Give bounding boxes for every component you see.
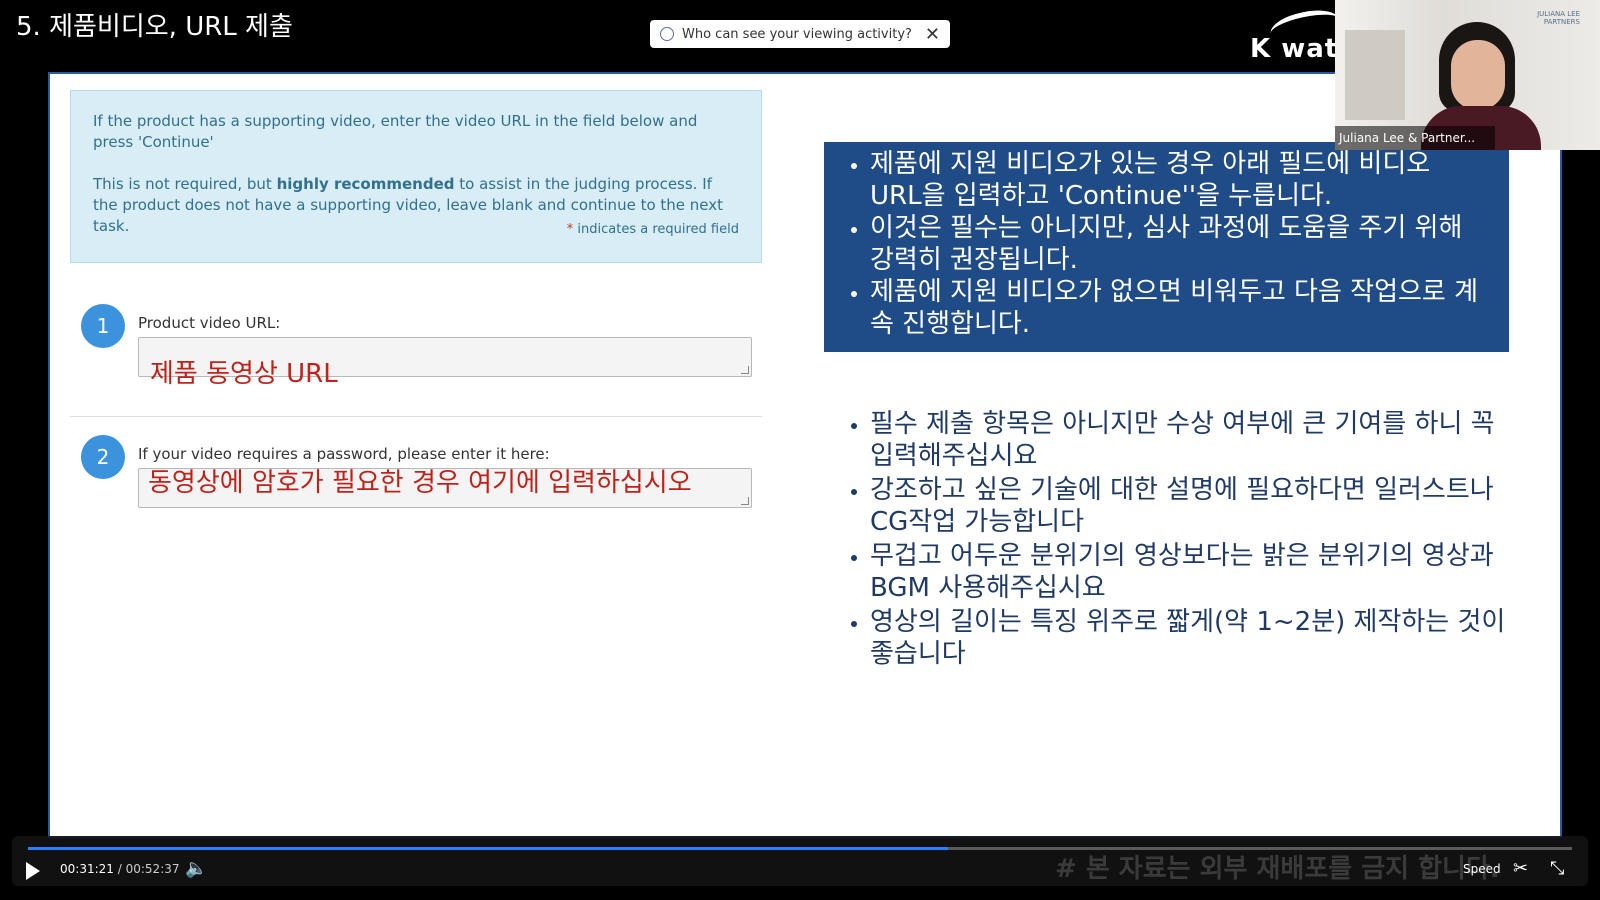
password-korean-caption: 동영상에 암호가 필요한 경우 여기에 입력하십시오 (148, 468, 692, 498)
translation-item: 제품에 지원 비디오가 없으면 비워두고 다음 작업으로 계속 진행합니다. (870, 276, 1489, 340)
translation-item: 이것은 필수는 아니지만, 심사 과정에 도움을 주기 위해 강력히 권장됩니다… (870, 212, 1489, 276)
divider (70, 416, 762, 417)
scissors-icon[interactable]: ✂ (1513, 858, 1528, 879)
slide-title: 5. 제품비디오, URL 제출 (16, 12, 293, 42)
progress-bar[interactable] (28, 847, 1572, 850)
step-2-badge: 2 (81, 435, 125, 479)
time-display: 00:31:21 / 00:52:37 (60, 862, 180, 876)
exit-fullscreen-icon[interactable]: ⤡ (1550, 858, 1564, 879)
speed-button[interactable]: Speed (1463, 862, 1501, 876)
partner-logo: JULIANA LEE PARTNERS (1537, 10, 1580, 26)
volume-icon[interactable]: 🔈 (185, 858, 207, 879)
required-note: * indicates a required field (566, 222, 739, 237)
info-panel: If the product has a supporting video, e… (70, 90, 762, 263)
webcam-name-label: Juliana Lee & Partner... (1335, 126, 1495, 150)
close-icon[interactable]: ✕ (925, 24, 940, 45)
video-password-label: If your video requires a password, pleas… (138, 445, 550, 463)
privacy-banner[interactable]: Who can see your viewing activity? ✕ (650, 20, 950, 48)
current-time: 00:31:21 (60, 862, 114, 876)
duration: 00:52:37 (125, 862, 180, 876)
progress-fill (28, 847, 949, 850)
translation-item: 제품에 지원 비디오가 있는 경우 아래 필드에 비디오 URL을 입력하고 '… (870, 148, 1489, 212)
resize-grip-icon[interactable] (741, 366, 749, 374)
product-video-url-label: Product video URL: (138, 314, 281, 332)
privacy-icon (660, 27, 674, 41)
webcam-feed: JULIANA LEE PARTNERS Juliana Lee & Partne… (1335, 0, 1600, 150)
resize-grip-icon[interactable] (741, 497, 749, 505)
note-item: 무겁고 어두운 분위기의 영상보다는 밝은 분위기의 영상과 BGM 사용해주십… (870, 540, 1514, 604)
watermark-text: # 본 자료는 외부 재배포를 금지 합니다. (1055, 854, 1500, 884)
play-icon[interactable] (26, 862, 40, 880)
video-url-korean-caption: 제품 동영상 URL (150, 359, 338, 389)
info-paragraph-1: If the product has a supporting video, e… (93, 112, 698, 151)
notes-list: 필수 제출 항목은 아니지만 수상 여부에 큰 기여를 하니 꼭 입력해주십시요… (824, 408, 1514, 672)
note-item: 필수 제출 항목은 아니지만 수상 여부에 큰 기여를 하니 꼭 입력해주십시요 (870, 408, 1514, 472)
note-item: 영상의 길이는 특징 위주로 짧게(약 1~2분) 제작하는 것이 좋습니다 (870, 606, 1514, 670)
translation-box: 제품에 지원 비디오가 있는 경우 아래 필드에 비디오 URL을 입력하고 '… (824, 142, 1509, 352)
note-item: 강조하고 싶은 기술에 대한 설명에 필요하다면 일러스트나 CG작업 가능합니… (870, 474, 1514, 538)
step-1-badge: 1 (81, 304, 125, 348)
privacy-banner-text[interactable]: Who can see your viewing activity? (682, 27, 925, 42)
